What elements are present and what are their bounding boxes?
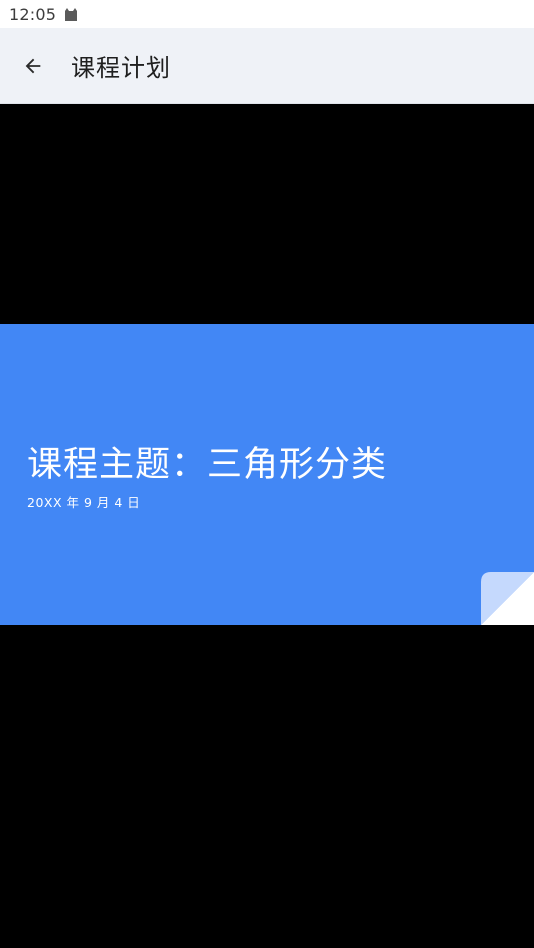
status-bar: 12:05 [0,0,534,28]
slide-title: 课程主题：三角形分类 [27,445,388,485]
app-bar: 课程计划 [0,28,534,104]
cat-icon [63,6,79,22]
slide-page[interactable]: 课程主题：三角形分类 20XX 年 9 月 4 日 [0,324,534,625]
back-button[interactable] [18,51,48,81]
page-title: 课程计划 [71,54,171,82]
arrow-left-icon [25,58,41,73]
slide-viewer[interactable]: 课程主题：三角形分类 20XX 年 9 月 4 日 [0,104,534,948]
page-curl-icon [481,572,534,625]
slide-date: 20XX 年 9 月 4 日 [27,495,141,510]
status-time: 12:05 [9,4,57,24]
